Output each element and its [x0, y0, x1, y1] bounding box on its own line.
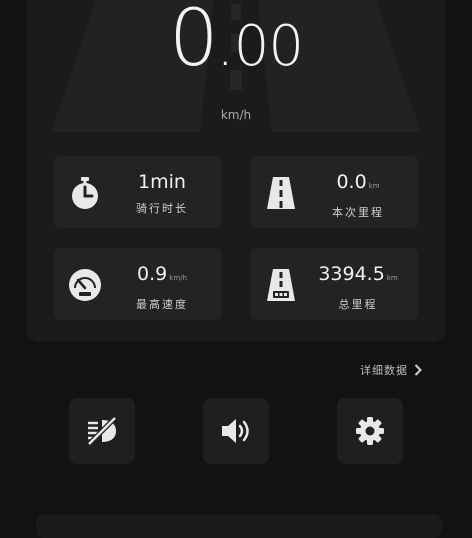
settings-button[interactable] — [337, 398, 403, 464]
trip-distance-unit: km — [368, 182, 380, 190]
detail-data-link[interactable]: 详细数据 — [360, 360, 422, 380]
headlight-off-button[interactable] — [69, 398, 135, 464]
max-speed-text: 0.9 km/h 最高速度 — [108, 262, 216, 312]
headlight-off-icon — [87, 416, 117, 446]
total-distance-unit: km — [386, 274, 398, 282]
odometer-road-icon — [267, 269, 295, 301]
ride-time-value: 1min — [138, 171, 186, 193]
trip-distance-card: 0.0 km 本次里程 — [250, 156, 418, 228]
gauge-icon — [69, 269, 101, 301]
bottom-panel — [36, 514, 442, 538]
total-distance-label: 总里程 — [338, 298, 378, 311]
speed-decimal-point: . — [216, 15, 234, 78]
speed-unit-label: km/h — [220, 108, 252, 122]
speed-integer: 0 — [168, 0, 219, 84]
total-distance-value: 3394.5 km — [318, 263, 398, 285]
speed-readout: 0.00 — [26, 0, 446, 78]
max-speed-value: 0.9 km/h — [137, 263, 187, 285]
max-speed-label: 最高速度 — [136, 298, 188, 311]
gear-icon — [356, 417, 384, 445]
sound-button[interactable] — [203, 398, 269, 464]
ride-time-label: 骑行时长 — [136, 202, 188, 215]
trip-distance-value: 0.0 km — [336, 171, 380, 193]
max-speed-unit: km/h — [169, 274, 187, 282]
speaker-icon — [222, 419, 249, 443]
chevron-right-icon — [414, 364, 422, 376]
total-distance-card: 3394.5 km 总里程 — [250, 248, 418, 320]
total-distance-text: 3394.5 km 总里程 — [304, 262, 412, 312]
ride-time-text: 1min 骑行时长 — [108, 170, 216, 216]
speed-decimal: 00 — [233, 14, 304, 79]
ride-time-card: 1min 骑行时长 — [54, 156, 222, 228]
detail-data-label: 详细数据 — [360, 364, 408, 377]
trip-distance-text: 0.0 km 本次里程 — [304, 170, 412, 220]
trip-distance-label: 本次里程 — [332, 206, 384, 219]
max-speed-card: 0.9 km/h 最高速度 — [54, 248, 222, 320]
road-icon — [267, 177, 295, 209]
dashboard-panel: 0.00 km/h 1min 骑行时长 0.0 km 本次里程 0.9 km/h… — [26, 0, 446, 342]
stopwatch-icon — [72, 177, 98, 209]
